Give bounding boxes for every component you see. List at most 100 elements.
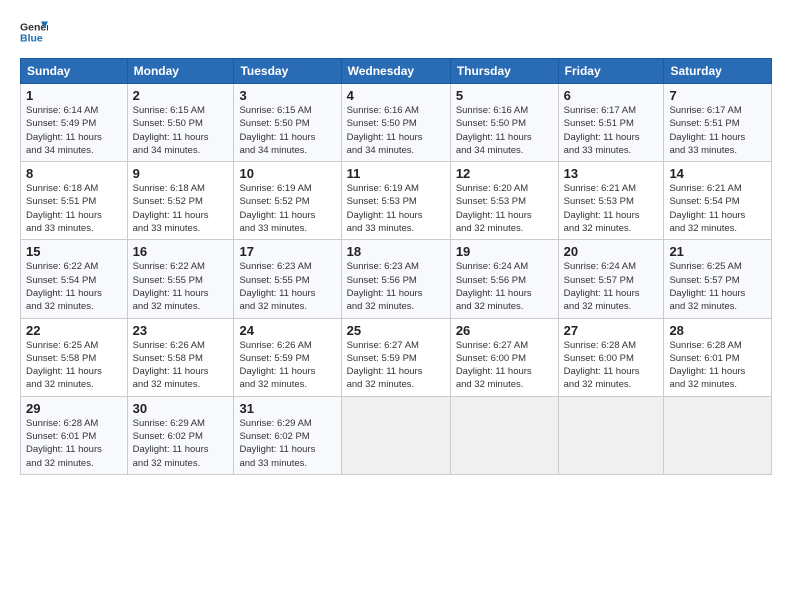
day-info: Sunrise: 6:25 AM Sunset: 5:58 PM Dayligh… — [26, 339, 122, 392]
day-number: 8 — [26, 166, 122, 181]
logo: General Blue — [20, 18, 48, 46]
calendar-cell: 1Sunrise: 6:14 AM Sunset: 5:49 PM Daylig… — [21, 84, 128, 162]
day-info: Sunrise: 6:18 AM Sunset: 5:51 PM Dayligh… — [26, 182, 122, 235]
day-number: 25 — [347, 323, 445, 338]
day-info: Sunrise: 6:25 AM Sunset: 5:57 PM Dayligh… — [669, 260, 766, 313]
day-info: Sunrise: 6:20 AM Sunset: 5:53 PM Dayligh… — [456, 182, 553, 235]
day-info: Sunrise: 6:28 AM Sunset: 6:00 PM Dayligh… — [564, 339, 659, 392]
day-number: 21 — [669, 244, 766, 259]
day-header-monday: Monday — [127, 59, 234, 84]
calendar-cell: 10Sunrise: 6:19 AM Sunset: 5:52 PM Dayli… — [234, 162, 341, 240]
header: General Blue — [20, 18, 772, 46]
day-header-sunday: Sunday — [21, 59, 128, 84]
calendar-week-4: 22Sunrise: 6:25 AM Sunset: 5:58 PM Dayli… — [21, 318, 772, 396]
day-info: Sunrise: 6:17 AM Sunset: 5:51 PM Dayligh… — [669, 104, 766, 157]
calendar-cell: 3Sunrise: 6:15 AM Sunset: 5:50 PM Daylig… — [234, 84, 341, 162]
day-info: Sunrise: 6:21 AM Sunset: 5:54 PM Dayligh… — [669, 182, 766, 235]
day-info: Sunrise: 6:14 AM Sunset: 5:49 PM Dayligh… — [26, 104, 122, 157]
calendar-cell: 11Sunrise: 6:19 AM Sunset: 5:53 PM Dayli… — [341, 162, 450, 240]
day-header-friday: Friday — [558, 59, 664, 84]
calendar-body: 1Sunrise: 6:14 AM Sunset: 5:49 PM Daylig… — [21, 84, 772, 475]
day-number: 26 — [456, 323, 553, 338]
calendar-cell: 15Sunrise: 6:22 AM Sunset: 5:54 PM Dayli… — [21, 240, 128, 318]
day-number: 7 — [669, 88, 766, 103]
calendar-cell: 4Sunrise: 6:16 AM Sunset: 5:50 PM Daylig… — [341, 84, 450, 162]
calendar-cell: 16Sunrise: 6:22 AM Sunset: 5:55 PM Dayli… — [127, 240, 234, 318]
day-number: 13 — [564, 166, 659, 181]
calendar-table: SundayMondayTuesdayWednesdayThursdayFrid… — [20, 58, 772, 475]
day-number: 19 — [456, 244, 553, 259]
day-info: Sunrise: 6:28 AM Sunset: 6:01 PM Dayligh… — [669, 339, 766, 392]
day-info: Sunrise: 6:24 AM Sunset: 5:57 PM Dayligh… — [564, 260, 659, 313]
calendar-cell: 14Sunrise: 6:21 AM Sunset: 5:54 PM Dayli… — [664, 162, 772, 240]
day-info: Sunrise: 6:15 AM Sunset: 5:50 PM Dayligh… — [239, 104, 335, 157]
calendar-cell: 30Sunrise: 6:29 AM Sunset: 6:02 PM Dayli… — [127, 396, 234, 474]
day-info: Sunrise: 6:27 AM Sunset: 5:59 PM Dayligh… — [347, 339, 445, 392]
calendar-cell: 22Sunrise: 6:25 AM Sunset: 5:58 PM Dayli… — [21, 318, 128, 396]
day-number: 10 — [239, 166, 335, 181]
calendar-cell — [450, 396, 558, 474]
day-info: Sunrise: 6:17 AM Sunset: 5:51 PM Dayligh… — [564, 104, 659, 157]
calendar-week-1: 1Sunrise: 6:14 AM Sunset: 5:49 PM Daylig… — [21, 84, 772, 162]
day-number: 15 — [26, 244, 122, 259]
calendar-cell: 5Sunrise: 6:16 AM Sunset: 5:50 PM Daylig… — [450, 84, 558, 162]
day-number: 27 — [564, 323, 659, 338]
day-number: 30 — [133, 401, 229, 416]
page-container: General Blue SundayMondayTuesdayWednesda… — [0, 0, 792, 485]
day-info: Sunrise: 6:21 AM Sunset: 5:53 PM Dayligh… — [564, 182, 659, 235]
day-number: 11 — [347, 166, 445, 181]
calendar-cell: 21Sunrise: 6:25 AM Sunset: 5:57 PM Dayli… — [664, 240, 772, 318]
calendar-week-3: 15Sunrise: 6:22 AM Sunset: 5:54 PM Dayli… — [21, 240, 772, 318]
day-info: Sunrise: 6:15 AM Sunset: 5:50 PM Dayligh… — [133, 104, 229, 157]
day-header-saturday: Saturday — [664, 59, 772, 84]
day-number: 22 — [26, 323, 122, 338]
calendar-cell: 24Sunrise: 6:26 AM Sunset: 5:59 PM Dayli… — [234, 318, 341, 396]
day-info: Sunrise: 6:19 AM Sunset: 5:53 PM Dayligh… — [347, 182, 445, 235]
calendar-cell: 23Sunrise: 6:26 AM Sunset: 5:58 PM Dayli… — [127, 318, 234, 396]
calendar-cell — [558, 396, 664, 474]
day-number: 20 — [564, 244, 659, 259]
svg-text:Blue: Blue — [20, 33, 43, 45]
day-number: 29 — [26, 401, 122, 416]
calendar-cell: 7Sunrise: 6:17 AM Sunset: 5:51 PM Daylig… — [664, 84, 772, 162]
day-info: Sunrise: 6:23 AM Sunset: 5:56 PM Dayligh… — [347, 260, 445, 313]
day-info: Sunrise: 6:22 AM Sunset: 5:54 PM Dayligh… — [26, 260, 122, 313]
logo-icon: General Blue — [20, 18, 48, 46]
calendar-cell — [341, 396, 450, 474]
calendar-header-row: SundayMondayTuesdayWednesdayThursdayFrid… — [21, 59, 772, 84]
calendar-cell: 2Sunrise: 6:15 AM Sunset: 5:50 PM Daylig… — [127, 84, 234, 162]
calendar-cell: 9Sunrise: 6:18 AM Sunset: 5:52 PM Daylig… — [127, 162, 234, 240]
day-header-tuesday: Tuesday — [234, 59, 341, 84]
calendar-week-2: 8Sunrise: 6:18 AM Sunset: 5:51 PM Daylig… — [21, 162, 772, 240]
day-info: Sunrise: 6:29 AM Sunset: 6:02 PM Dayligh… — [133, 417, 229, 470]
day-number: 18 — [347, 244, 445, 259]
day-number: 14 — [669, 166, 766, 181]
day-info: Sunrise: 6:26 AM Sunset: 5:59 PM Dayligh… — [239, 339, 335, 392]
day-number: 4 — [347, 88, 445, 103]
day-header-wednesday: Wednesday — [341, 59, 450, 84]
calendar-cell: 20Sunrise: 6:24 AM Sunset: 5:57 PM Dayli… — [558, 240, 664, 318]
day-info: Sunrise: 6:24 AM Sunset: 5:56 PM Dayligh… — [456, 260, 553, 313]
calendar-cell: 13Sunrise: 6:21 AM Sunset: 5:53 PM Dayli… — [558, 162, 664, 240]
day-info: Sunrise: 6:16 AM Sunset: 5:50 PM Dayligh… — [456, 104, 553, 157]
day-number: 9 — [133, 166, 229, 181]
day-info: Sunrise: 6:22 AM Sunset: 5:55 PM Dayligh… — [133, 260, 229, 313]
day-info: Sunrise: 6:29 AM Sunset: 6:02 PM Dayligh… — [239, 417, 335, 470]
day-info: Sunrise: 6:19 AM Sunset: 5:52 PM Dayligh… — [239, 182, 335, 235]
day-number: 2 — [133, 88, 229, 103]
day-number: 17 — [239, 244, 335, 259]
day-number: 31 — [239, 401, 335, 416]
calendar-week-5: 29Sunrise: 6:28 AM Sunset: 6:01 PM Dayli… — [21, 396, 772, 474]
day-info: Sunrise: 6:18 AM Sunset: 5:52 PM Dayligh… — [133, 182, 229, 235]
day-number: 1 — [26, 88, 122, 103]
calendar-cell: 27Sunrise: 6:28 AM Sunset: 6:00 PM Dayli… — [558, 318, 664, 396]
calendar-cell: 29Sunrise: 6:28 AM Sunset: 6:01 PM Dayli… — [21, 396, 128, 474]
day-number: 5 — [456, 88, 553, 103]
calendar-cell: 31Sunrise: 6:29 AM Sunset: 6:02 PM Dayli… — [234, 396, 341, 474]
calendar-cell: 19Sunrise: 6:24 AM Sunset: 5:56 PM Dayli… — [450, 240, 558, 318]
day-info: Sunrise: 6:28 AM Sunset: 6:01 PM Dayligh… — [26, 417, 122, 470]
calendar-cell: 6Sunrise: 6:17 AM Sunset: 5:51 PM Daylig… — [558, 84, 664, 162]
day-info: Sunrise: 6:23 AM Sunset: 5:55 PM Dayligh… — [239, 260, 335, 313]
calendar-cell: 12Sunrise: 6:20 AM Sunset: 5:53 PM Dayli… — [450, 162, 558, 240]
calendar-cell: 18Sunrise: 6:23 AM Sunset: 5:56 PM Dayli… — [341, 240, 450, 318]
